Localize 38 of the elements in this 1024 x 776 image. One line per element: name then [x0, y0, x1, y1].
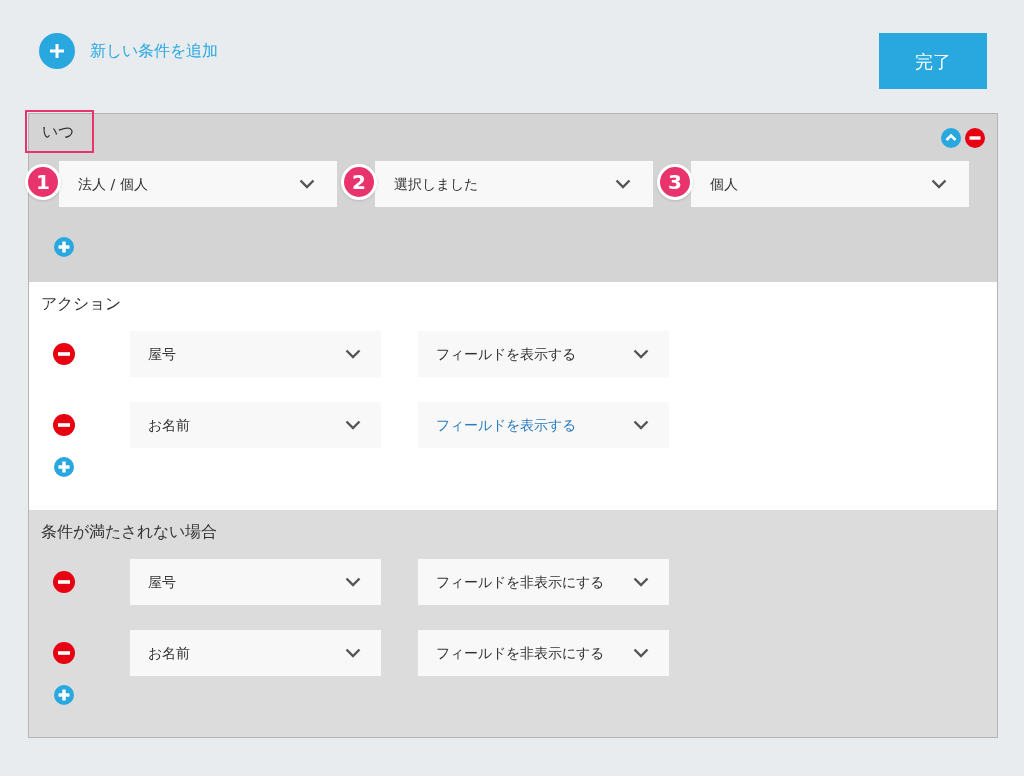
chevron-down-icon [633, 349, 649, 359]
dropdown[interactable]: お名前 [130, 630, 381, 676]
dropdown[interactable]: フィールドを非表示にする [418, 559, 669, 605]
section-title: 条件が満たされない場合 [41, 521, 218, 542]
chevron-down-icon [615, 179, 631, 189]
dropdown[interactable]: 法人 / 個人 [59, 161, 337, 207]
remove-icon[interactable] [965, 128, 985, 148]
chevron-down-icon [633, 648, 649, 658]
chevron-down-icon [633, 420, 649, 430]
collapse-icon[interactable] [941, 128, 961, 148]
remove-icon[interactable] [53, 642, 75, 664]
dropdown[interactable]: お名前 [130, 402, 381, 448]
add-icon[interactable] [54, 457, 74, 477]
add-icon [39, 33, 75, 69]
dropdown[interactable]: 選択しました [375, 161, 653, 207]
add-icon[interactable] [54, 685, 74, 705]
remove-icon[interactable] [53, 571, 75, 593]
remove-icon[interactable] [53, 414, 75, 436]
dropdown[interactable]: フィールドを表示する [418, 402, 669, 448]
remove-icon[interactable] [53, 343, 75, 365]
section-title: いつ [42, 120, 74, 143]
dropdown[interactable]: フィールドを非表示にする [418, 630, 669, 676]
add-icon[interactable] [54, 237, 74, 257]
dropdown[interactable]: フィールドを表示する [418, 331, 669, 377]
chevron-down-icon [633, 577, 649, 587]
chevron-down-icon [345, 420, 361, 430]
step-number-badge: 3 [657, 164, 693, 200]
dropdown[interactable]: 屋号 [130, 559, 381, 605]
chevron-down-icon [345, 349, 361, 359]
chevron-down-icon [345, 577, 361, 587]
section-title: アクション [41, 293, 122, 314]
dropdown[interactable]: 屋号 [130, 331, 381, 377]
step-number-badge: 2 [341, 164, 377, 200]
chevron-down-icon [931, 179, 947, 189]
dropdown[interactable]: 個人 [691, 161, 969, 207]
chevron-down-icon [345, 648, 361, 658]
step-number-badge: 1 [25, 164, 61, 200]
chevron-down-icon [299, 179, 315, 189]
